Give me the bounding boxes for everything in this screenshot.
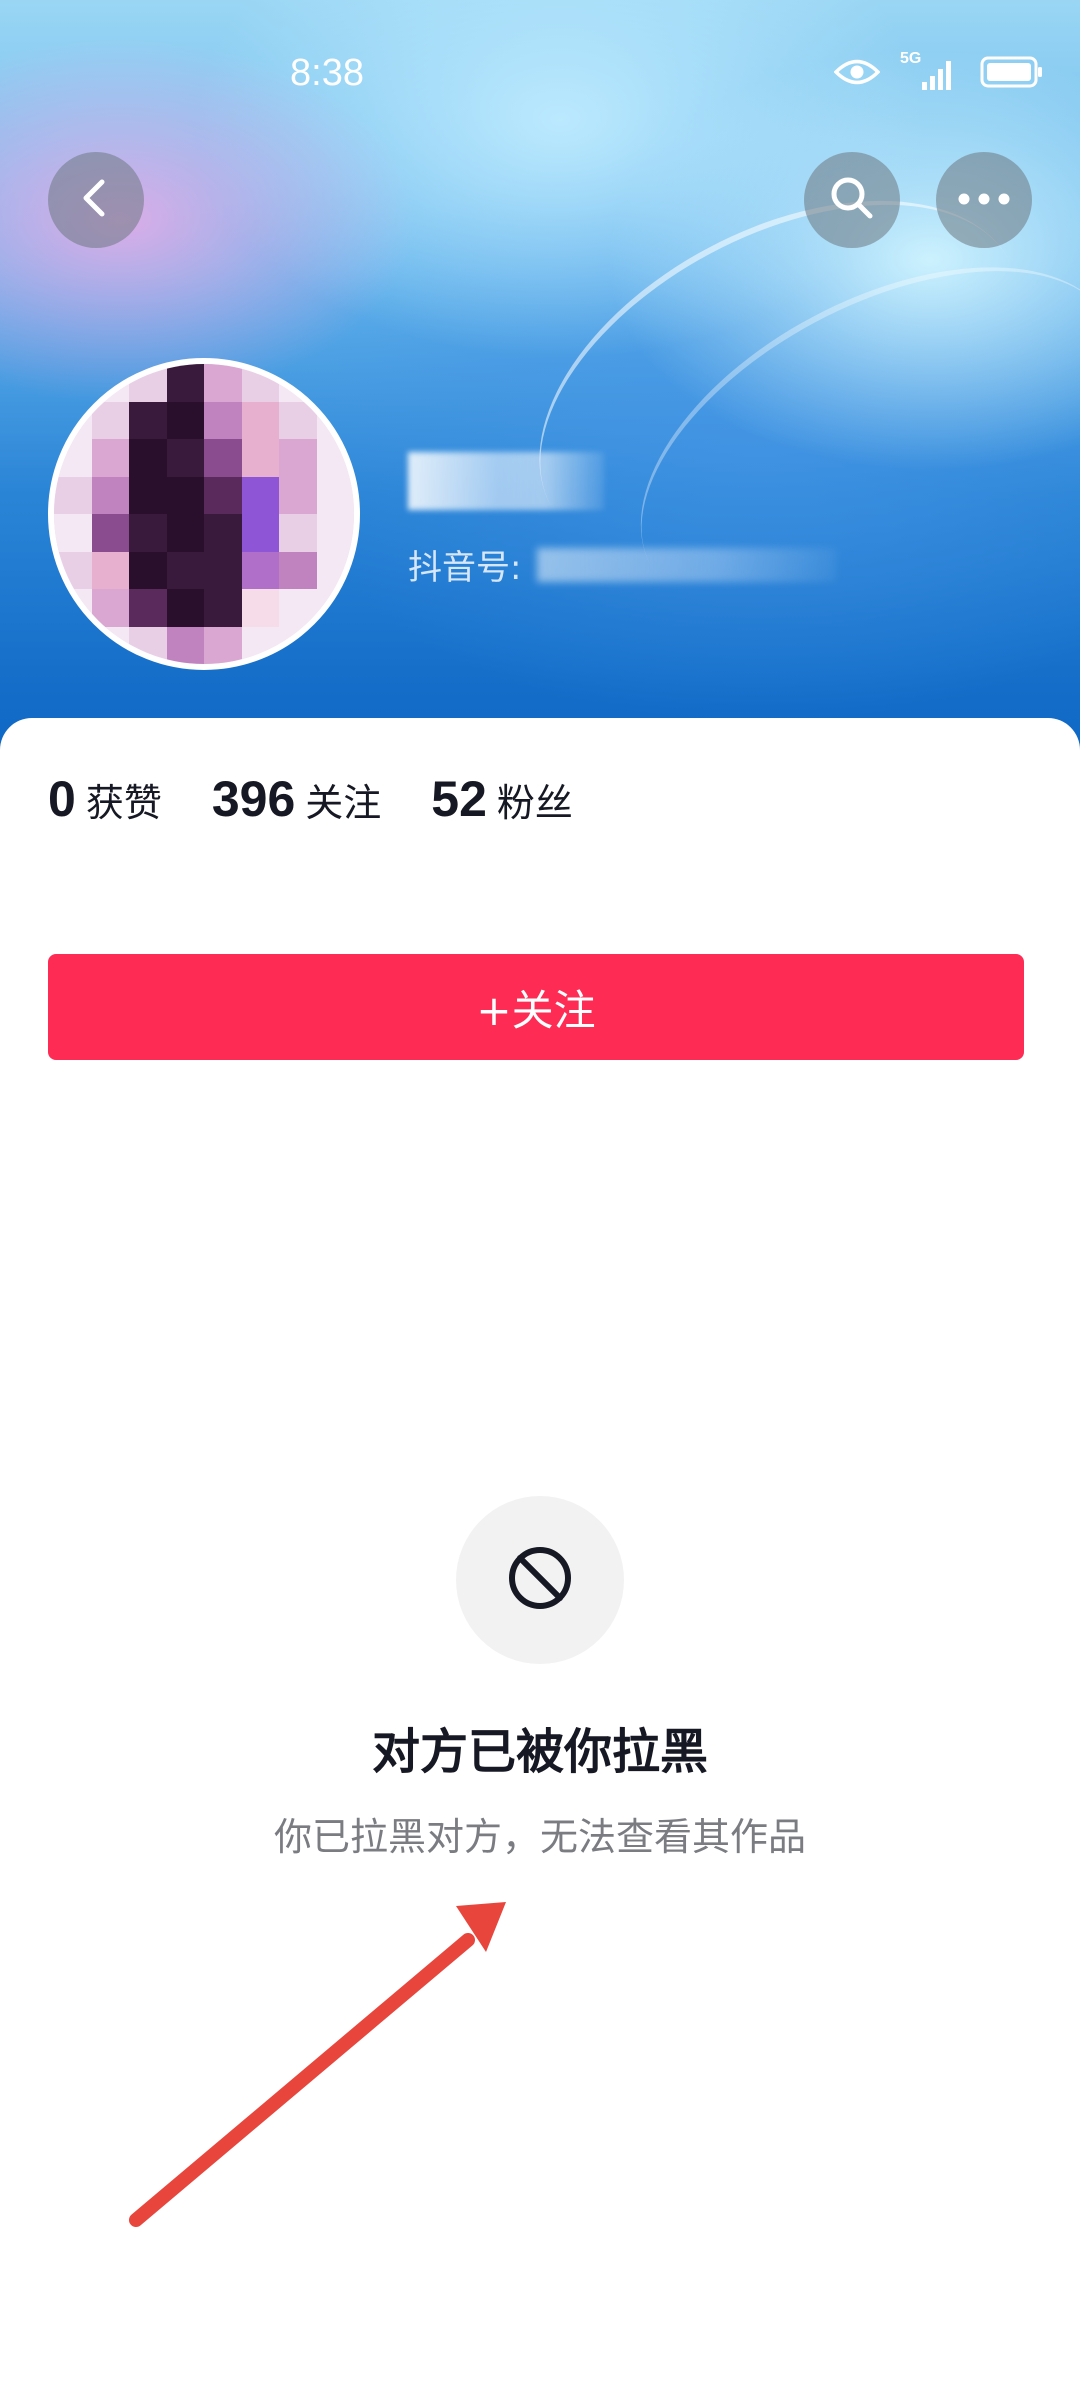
blocked-subtitle: 你已拉黑对方，无法查看其作品	[273, 1815, 806, 1859]
avatar-pixel	[316, 476, 354, 514]
avatar-pixel	[166, 551, 204, 589]
douyin-id-label: 抖音号:	[408, 548, 522, 588]
prohibited-icon	[505, 1543, 575, 1617]
status-icons: 5G	[833, 50, 1044, 92]
chevron-left-icon	[74, 176, 118, 224]
avatar-pixel	[279, 401, 317, 439]
avatar-pixel	[129, 589, 167, 627]
search-button[interactable]	[804, 152, 900, 248]
eye-icon	[833, 57, 881, 91]
avatar-pixel	[279, 514, 317, 552]
search-icon	[827, 173, 877, 227]
douyin-id-redacted	[537, 547, 838, 582]
stat-label: 获赞	[85, 781, 162, 825]
username-redacted	[408, 452, 604, 510]
avatar-pixel	[129, 401, 167, 439]
battery-icon	[980, 56, 1044, 92]
avatar-pixel	[204, 514, 242, 552]
avatar-pixel	[279, 589, 317, 627]
avatar-pixel	[91, 476, 129, 514]
avatar-pixel	[204, 439, 242, 477]
stat-followers[interactable]: 52 粉丝	[431, 770, 573, 828]
follow-button[interactable]: +关注	[48, 954, 1024, 1060]
douyin-id: 抖音号:	[408, 540, 838, 589]
avatar-pixel	[91, 551, 129, 589]
more-horizontal-icon	[957, 191, 1011, 210]
avatar-pixel	[129, 476, 167, 514]
avatar-pixel	[241, 514, 279, 552]
blocked-title: 对方已被你拉黑	[371, 1724, 708, 1780]
avatar-pixel	[91, 401, 129, 439]
avatar-pixel	[241, 439, 279, 477]
avatar-pixel	[279, 439, 317, 477]
stat-value: 52	[431, 771, 487, 827]
more-button[interactable]	[936, 152, 1032, 248]
stat-value: 396	[211, 771, 296, 827]
avatar-pixel	[204, 401, 242, 439]
status-time: 8:38	[290, 52, 364, 94]
avatar-pixel	[166, 364, 204, 402]
avatar[interactable]	[48, 358, 360, 670]
avatar-pixel	[204, 551, 242, 589]
avatar-pixel	[54, 476, 92, 514]
follow-button-label: +关注	[476, 985, 596, 1035]
avatar-pixel	[316, 514, 354, 552]
avatar-pixel	[129, 514, 167, 552]
stat-value: 0	[48, 771, 76, 827]
avatar-pixel	[91, 589, 129, 627]
avatar-pixel	[166, 514, 204, 552]
avatar-pixel	[241, 551, 279, 589]
avatar-pixel	[166, 439, 204, 477]
signal-icon: 5G	[900, 50, 960, 92]
avatar-pixel	[129, 551, 167, 589]
blocked-icon-circle	[456, 1496, 624, 1664]
avatar-pixel	[279, 551, 317, 589]
stat-following[interactable]: 396 关注	[212, 770, 381, 828]
avatar-pixel	[241, 401, 279, 439]
back-button[interactable]	[48, 152, 144, 248]
avatar-pixel	[129, 439, 167, 477]
avatar-pixel	[204, 364, 242, 402]
avatar-pixel	[204, 476, 242, 514]
avatar-pixel	[166, 626, 204, 664]
avatar-pixel	[54, 514, 92, 552]
avatar-pixel	[166, 589, 204, 627]
stat-label: 粉丝	[496, 781, 573, 825]
avatar-pixel	[204, 589, 242, 627]
avatar-pixel	[241, 589, 279, 627]
stat-label: 关注	[305, 781, 382, 825]
profile-screen: 8:38 5G 抖音号: 0 获赞 396 关注 52 粉丝 +关注 对方已被你…	[0, 0, 1080, 2400]
avatar-pixel	[204, 626, 242, 664]
avatar-pixel	[166, 476, 204, 514]
avatar-pixel	[166, 401, 204, 439]
profile-stats: 0 获赞 396 关注 52 粉丝	[48, 770, 623, 828]
avatar-pixel	[241, 476, 279, 514]
avatar-pixel	[91, 439, 129, 477]
avatar-pixel	[279, 476, 317, 514]
avatar-image	[54, 364, 354, 664]
stat-likes[interactable]: 0 获赞	[48, 770, 162, 828]
avatar-pixel	[91, 514, 129, 552]
